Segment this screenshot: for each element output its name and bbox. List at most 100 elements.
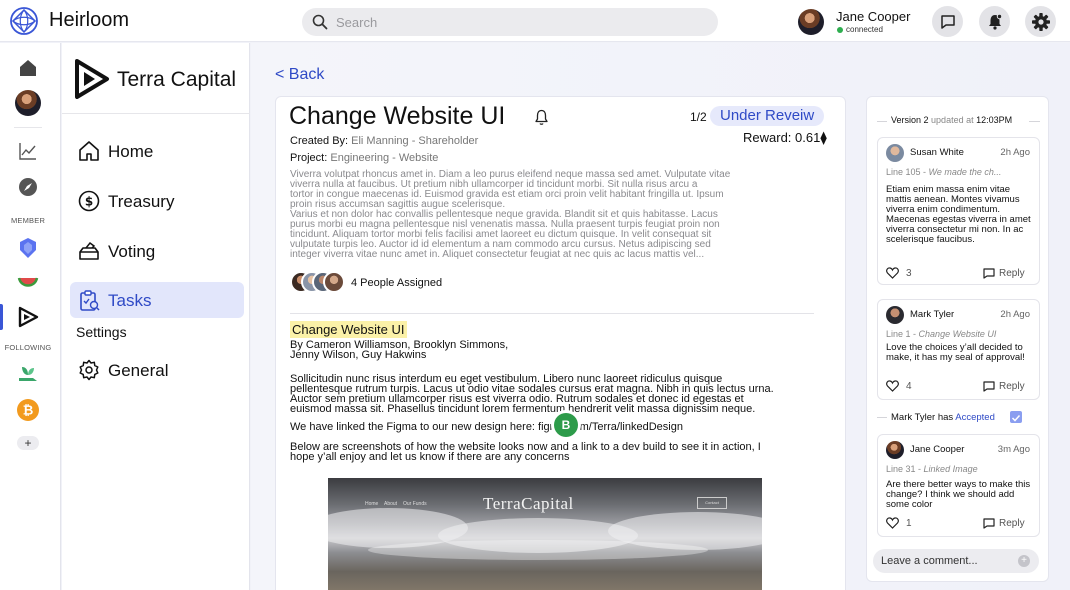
heirloom-logo-icon[interactable] (9, 6, 39, 36)
website-screenshot-image[interactable]: Home About Our Funds TerraCapital Contac… (328, 478, 762, 590)
heart-icon[interactable] (886, 517, 899, 529)
project: Project: Engineering - Website (290, 152, 438, 164)
sidebar-item-voting[interactable]: Voting (70, 233, 244, 269)
chat-icon (940, 14, 955, 29)
add-dao-button[interactable]: + (17, 436, 39, 450)
divider-line (877, 121, 887, 122)
screenshot-nav-item: Home (365, 501, 379, 507)
app-name: Heirloom (49, 9, 130, 31)
top-bar: Heirloom Jane Cooper connected (0, 0, 1070, 42)
line-number: Line 31 - (886, 464, 922, 474)
org-name: Terra Capital (117, 68, 237, 91)
reply-button[interactable]: Reply (999, 268, 1025, 279)
subscribe-bell-icon[interactable] (534, 109, 549, 126)
version-updated: updated at (931, 115, 974, 125)
accepted-notice: Mark Tyler has Accepted (877, 410, 1040, 424)
status-badge: Under Reveiw (710, 106, 825, 126)
user-name[interactable]: Jane Cooper (836, 9, 910, 24)
avatar (323, 271, 345, 293)
avatar (886, 306, 904, 324)
rail-home[interactable] (15, 55, 41, 81)
created-by-value: Eli Manning - Shareholder (351, 135, 479, 147)
comment-line-ref[interactable]: Line 105 - We made the ch... (886, 167, 1001, 177)
doc-authors: By Cameron Williamson, Brooklyn Simmons,… (290, 339, 509, 361)
user-status: connected (846, 25, 883, 34)
rail-member-terra[interactable] (15, 304, 41, 330)
accepted-status: Accepted (955, 412, 995, 423)
reward: Reward: 0.61⧫ (743, 130, 827, 146)
doc-paragraph: Below are screenshots of how the website… (290, 442, 818, 463)
rail-active-indicator (0, 304, 3, 330)
comment-author: Jane Cooper (910, 444, 965, 455)
reply-button[interactable]: Reply (999, 381, 1025, 392)
ballot-icon (79, 241, 99, 260)
reply-icon[interactable] (983, 268, 995, 279)
comment-card: Mark Tyler 2h Ago Line 1 - Change Websit… (877, 299, 1040, 400)
like-count: 1 (906, 518, 912, 529)
online-status-dot (837, 27, 843, 33)
assignee-avatars[interactable] (290, 271, 350, 295)
notifications-button[interactable] (979, 6, 1010, 37)
home-icon (79, 141, 99, 161)
comment-line-ref[interactable]: Line 31 - Linked Image (886, 464, 978, 474)
task-title: Change Website UI (289, 102, 506, 130)
rail-profile[interactable] (15, 90, 41, 116)
description-line: integer viverra vitae nunc amet in. Aliq… (290, 249, 705, 260)
rail-following-plant[interactable] (15, 361, 41, 387)
search-bar[interactable] (302, 8, 718, 36)
ethereum-icon: ⧫ (820, 130, 827, 145)
heart-icon[interactable] (886, 267, 899, 279)
comment-line-ref[interactable]: Line 1 - Change Website UI (886, 329, 996, 339)
collaborator-cursor-badge: B (554, 413, 578, 437)
screenshot-nav-item: Our Funds (403, 501, 427, 507)
sidebar-item-treasury[interactable]: $ Treasury (70, 183, 244, 219)
divider-line (1029, 121, 1040, 122)
search-icon (312, 14, 328, 30)
version-time: 12:03PM (976, 115, 1013, 125)
back-link[interactable]: < Back (275, 66, 324, 84)
accepted-text: Mark Tyler has Accepted (891, 412, 995, 423)
user-avatar[interactable] (798, 9, 824, 35)
svg-text:₿: ₿ (23, 404, 34, 419)
search-input[interactable] (336, 12, 706, 32)
reply-icon[interactable] (983, 381, 995, 392)
reply-icon[interactable] (983, 518, 995, 529)
project-value: Engineering - Website (330, 152, 439, 164)
rail-member-shield[interactable] (15, 235, 41, 261)
comment-box[interactable]: + (873, 549, 1039, 573)
page-counter: 1/2 (690, 110, 707, 124)
project-label: Project: (290, 152, 328, 164)
comment-time: 2h Ago (1000, 147, 1030, 158)
assigned-count[interactable]: 4 People Assigned (351, 277, 442, 289)
add-comment-icon[interactable]: + (1018, 555, 1030, 567)
sidebar-item-tasks[interactable]: Tasks (70, 282, 244, 318)
doc-title: Change Website UI (290, 321, 407, 338)
cloud-shape (368, 540, 708, 560)
reply-button[interactable]: Reply (999, 518, 1025, 529)
comment-body: Etiam enim massa enim vitae mattis aenea… (886, 184, 1031, 245)
task-card: Change Website UI 1/2 Under Reveiw Rewar… (275, 96, 846, 590)
comment-card: Susan White 2h Ago Line 105 - We made th… (877, 137, 1040, 285)
comment-input[interactable] (881, 553, 1013, 569)
sidebar-item-general[interactable]: General (70, 352, 244, 388)
comment-author: Mark Tyler (910, 309, 955, 320)
terra-capital-logo-icon (75, 59, 109, 99)
screenshot-nav-item: About (384, 501, 398, 507)
rail-following-bitcoin[interactable]: ₿ (15, 397, 41, 423)
card-divider (290, 313, 814, 314)
doc-line: euismod massa sit. Phasellus tincidunt l… (290, 403, 756, 415)
screenshot-title: TerraCapital (483, 494, 574, 513)
heart-icon[interactable] (886, 380, 899, 392)
version-header: Version 2 updated at 12:03PM (877, 115, 1040, 127)
rail-explore[interactable] (15, 174, 41, 200)
sidebar-item-home[interactable]: Home (70, 133, 244, 169)
messages-button[interactable] (932, 6, 963, 37)
following-label: FOLLOWING (4, 343, 52, 352)
rail-analytics[interactable] (15, 138, 41, 164)
accepted-has: has (937, 412, 954, 423)
rail-member-watermelon[interactable] (15, 269, 41, 295)
watermelon-icon (17, 277, 39, 287)
gear-icon (79, 359, 99, 381)
settings-button[interactable] (1025, 6, 1056, 37)
terra-capital-icon (18, 306, 39, 328)
